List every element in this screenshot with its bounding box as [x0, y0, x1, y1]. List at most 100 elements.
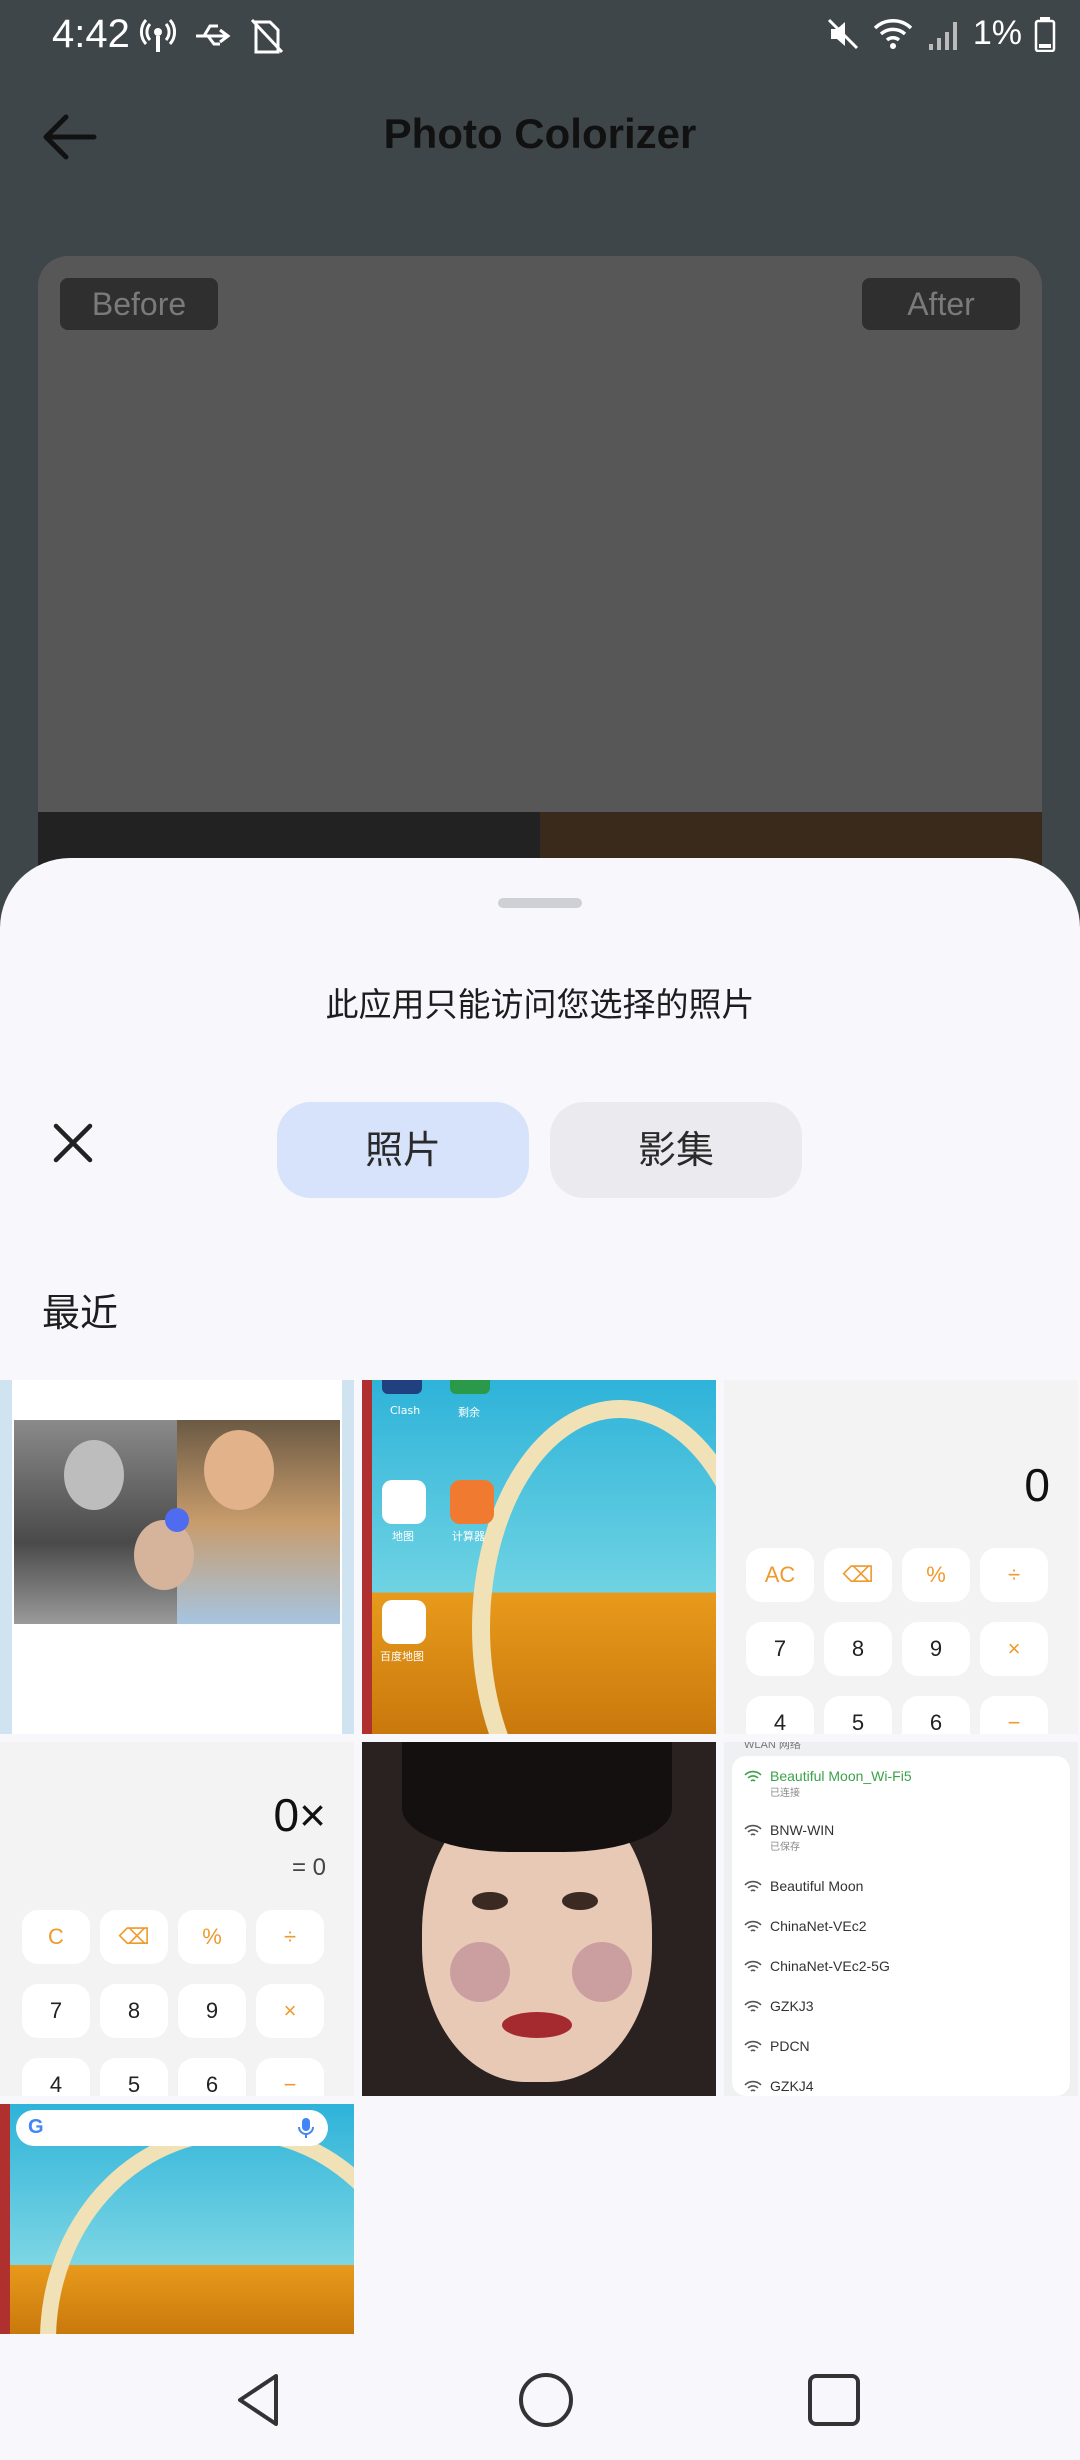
wifi-network-status: 已保存 — [770, 1842, 800, 1854]
compare-slider-handle — [165, 1508, 189, 1532]
calc-key: ÷ — [256, 1910, 324, 1964]
tab-albums[interactable]: 影集 — [550, 1102, 802, 1198]
system-nav-bar — [0, 2334, 1080, 2460]
after-label: After — [862, 278, 1020, 330]
app-label: 百度地图 — [380, 1650, 424, 1663]
battery-icon — [1034, 16, 1056, 52]
wifi-icon — [744, 1921, 762, 1932]
signal-icon — [928, 21, 957, 50]
nav-back-icon[interactable] — [230, 2370, 290, 2430]
calc-key: 8 — [100, 1984, 168, 2038]
wifi-icon — [744, 1825, 762, 1836]
app-label: 计算器 — [452, 1530, 485, 1543]
nav-recents-icon[interactable] — [804, 2370, 864, 2430]
hotspot-icon — [139, 19, 177, 52]
page-title: Photo Colorizer — [383, 110, 697, 157]
calc-key: % — [902, 1548, 970, 1602]
family-photo — [14, 1420, 340, 1624]
calc-display: 0× — [273, 1789, 326, 1841]
calc-key: ÷ — [980, 1548, 1048, 1602]
photo-thumbnail[interactable]: 0 AC ⌫% ÷ 7 8 9 × 4 5 6− — [724, 1380, 1078, 1734]
photo-thumbnail[interactable] — [362, 1742, 716, 2096]
calc-key: 6 — [178, 2058, 246, 2096]
before-label: Before — [60, 278, 218, 330]
photo-thumbnail[interactable]: Clash 剩余 地图 计算器 百度地图 — [362, 1380, 716, 1734]
wifi-icon — [744, 2081, 762, 2092]
calc-key: ⌫ — [824, 1548, 892, 1602]
wifi-network-row: GZKJ3 — [744, 1998, 814, 2014]
calc-key: C — [22, 1910, 90, 1964]
battery-percent: 1% — [972, 14, 1022, 52]
app-label: 地图 — [392, 1530, 414, 1543]
calc-key: − — [980, 1696, 1048, 1734]
wifi-icon — [744, 2001, 762, 2012]
wifi-network-row: Beautiful Moon — [744, 1878, 863, 1894]
calc-key: 7 — [22, 1984, 90, 2038]
calc-key: 6 — [902, 1696, 970, 1734]
close-icon[interactable] — [48, 1118, 98, 1168]
wifi-network-name: PDCN — [770, 2038, 810, 2054]
status-time: 4:42 — [52, 12, 130, 56]
app-bar: Photo Colorizer — [0, 72, 1080, 202]
calc-key: % — [178, 1910, 246, 1964]
calc-key: 5 — [100, 2058, 168, 2096]
mic-icon — [298, 2118, 314, 2138]
wifi-network-name: ChinaNet-VEc2-5G — [770, 1958, 890, 1974]
baidu-map-app-icon — [382, 1600, 426, 1644]
photo-thumbnail[interactable]: G — [0, 2104, 354, 2334]
wifi-icon — [873, 18, 913, 49]
calc-key: 5 — [824, 1696, 892, 1734]
wifi-network-row: PDCN — [744, 2038, 810, 2054]
wifi-network-name: BNW-WIN — [770, 1822, 835, 1838]
photo-thumbnail[interactable]: WLAN 网络 Beautiful Moon_Wi-Fi5 已连接 BNW-WIN 已… — [724, 1742, 1078, 2096]
app-icon — [382, 1380, 422, 1394]
google-icon: G — [28, 2116, 44, 2138]
usb-icon — [196, 24, 231, 46]
status-bar: 4:42 1% — [0, 0, 1080, 72]
wifi-network-status: 已连接 — [770, 1788, 800, 1800]
wifi-network-row: GZKJ4 — [744, 2078, 814, 2094]
wifi-network-name: ChinaNet-VEc2 — [770, 1918, 867, 1934]
calc-key: ⌫ — [100, 1910, 168, 1964]
mute-icon — [827, 18, 858, 49]
google-search-bar: G — [16, 2110, 328, 2146]
wifi-icon — [744, 2041, 762, 2052]
tab-photos[interactable]: 照片 — [277, 1102, 529, 1198]
calc-key: − — [256, 2058, 324, 2096]
calc-key: 7 — [746, 1622, 814, 1676]
photo-picker-sheet: 此应用只能访问您选择的照片 照片 影集 最近 Clash 剩余 地图 计算器 百… — [0, 858, 1080, 2460]
wifi-network-name: GZKJ3 — [770, 1998, 814, 2014]
nav-home-icon[interactable] — [516, 2370, 576, 2430]
sheet-title: 此应用只能访问您选择的照片 — [325, 985, 755, 1024]
calc-key: 9 — [178, 1984, 246, 2038]
wifi-network-row: BNW-WIN 已保存 — [744, 1822, 834, 1853]
calc-key: 9 — [902, 1622, 970, 1676]
photo-thumbnail[interactable]: 0× = 0 C ⌫% ÷ 7 8 9 × 4 5 6− — [0, 1742, 354, 2096]
photo-thumbnail[interactable] — [0, 1380, 354, 1734]
calc-key: 4 — [22, 2058, 90, 2096]
wifi-header: WLAN 网络 — [744, 1742, 801, 1751]
wifi-network-name: GZKJ4 — [770, 2078, 814, 2094]
wifi-network-row: ChinaNet-VEc2 — [744, 1918, 867, 1934]
maps-app-icon — [382, 1480, 426, 1524]
calc-key: 4 — [746, 1696, 814, 1734]
calc-display: 0 — [1024, 1459, 1050, 1511]
calc-result: = 0 — [291, 1854, 326, 1881]
wifi-network-name: Beautiful Moon — [770, 1878, 864, 1894]
before-after-preview[interactable]: Before After — [38, 256, 1042, 896]
drag-handle[interactable] — [498, 898, 582, 908]
wifi-icon — [744, 1771, 762, 1782]
status-left-icons — [138, 16, 286, 56]
wifi-icon — [744, 1961, 762, 1972]
wifi-network-row: Beautiful Moon_Wi-Fi5 已连接 — [744, 1768, 912, 1799]
wifi-icon — [744, 1881, 762, 1892]
calc-key: × — [980, 1622, 1048, 1676]
wifi-network-name: Beautiful Moon_Wi-Fi5 — [770, 1768, 912, 1784]
calc-key: × — [256, 1984, 324, 2038]
status-right-icons: 1% — [825, 14, 1056, 53]
calc-key: AC — [746, 1548, 814, 1602]
wifi-network-row: ChinaNet-VEc2-5G — [744, 1958, 890, 1974]
calc-key: 8 — [824, 1622, 892, 1676]
section-recent: 最近 — [42, 1291, 119, 1335]
calculator-app-icon — [450, 1480, 494, 1524]
